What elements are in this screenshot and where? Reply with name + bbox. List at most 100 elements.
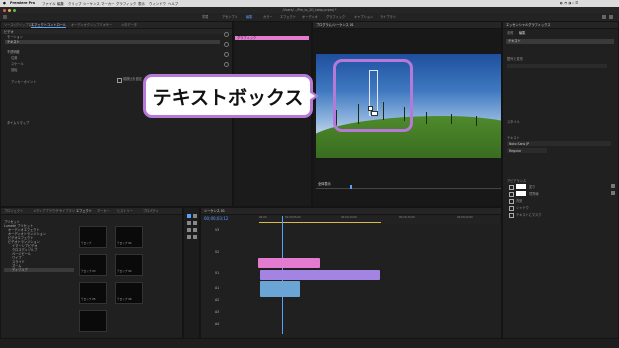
keyframe-toggle-icon[interactable] — [224, 62, 229, 67]
menu-item-file[interactable]: ファイル — [42, 1, 56, 6]
timeline-ruler[interactable]: 00;00 00;00;05;00 00;00;10;00 00;00;15;0… — [259, 216, 499, 224]
tab-markers[interactable]: マーカー — [97, 209, 110, 213]
timeline-title[interactable]: シーケンス 01 — [204, 209, 225, 213]
ripple-edit-icon[interactable] — [187, 221, 191, 225]
tab-effects[interactable]: エフェクト — [76, 209, 92, 213]
tab-audio-clip-mixer[interactable]: オーディオクリップミキサー — [71, 23, 112, 27]
background-checkbox[interactable] — [509, 199, 514, 204]
pen-icon[interactable] — [193, 228, 197, 232]
eyedropper-icon[interactable] — [611, 191, 615, 195]
menu-item-marker[interactable]: マーカー — [101, 1, 115, 6]
workspace-tab-learn[interactable]: 学習 — [202, 15, 208, 19]
workspace-tab-audio[interactable]: オーディオ — [302, 15, 318, 19]
essential-graphics-title[interactable]: エッセンシャルグラフィックス — [506, 23, 550, 27]
track-header-a4[interactable]: A4 — [215, 322, 219, 326]
param-position[interactable]: 位置 — [11, 56, 17, 60]
razor-icon[interactable] — [193, 221, 197, 225]
tab-history[interactable]: ヒストリー — [117, 209, 133, 213]
track-header-a3[interactable]: A3 — [215, 310, 219, 314]
menu-item-view[interactable]: 表示 — [138, 1, 145, 6]
home-icon[interactable] — [3, 15, 7, 19]
media-thumbnail[interactable]: テロップ 02 — [115, 226, 143, 248]
hand-icon[interactable] — [187, 235, 191, 239]
eyedropper-icon[interactable] — [611, 184, 615, 188]
type-tool-icon[interactable] — [193, 235, 197, 239]
tree-item-selected[interactable]: ディゾルブ — [4, 268, 74, 272]
workspace-tab-libraries[interactable]: ライブラリ — [380, 15, 396, 19]
lock-aspect-checkbox[interactable] — [117, 78, 122, 83]
slip-icon[interactable] — [187, 228, 191, 232]
eg-tab-browse[interactable]: 参照 — [507, 31, 513, 35]
param-scale[interactable]: スケール — [11, 62, 24, 66]
menu-item-graphic[interactable]: グラフィック — [116, 1, 136, 6]
media-thumbnail[interactable] — [79, 310, 107, 332]
effect-row-motion[interactable]: モーション — [7, 35, 23, 39]
timeline-timecode[interactable]: 00;00;03;12 — [204, 216, 228, 221]
track-header-a2[interactable]: A2 — [215, 298, 219, 302]
workspace-tab-edit[interactable]: 編集 — [246, 15, 252, 19]
effect-row-time-remap[interactable]: タイムリマップ — [7, 121, 29, 125]
tab-properties[interactable]: プロパティ — [143, 209, 159, 213]
share-icon[interactable] — [602, 15, 606, 19]
timeline-clip-video[interactable] — [260, 270, 380, 280]
eg-weight-dropdown[interactable]: Regular — [507, 148, 547, 153]
eg-tab-edit[interactable]: 編集 — [519, 31, 525, 35]
fill-color-swatch[interactable] — [516, 184, 526, 189]
menu-item-edit[interactable]: 編集 — [57, 1, 64, 6]
fill-checkbox[interactable] — [509, 185, 514, 190]
keyframe-toggle-icon[interactable] — [224, 52, 229, 57]
media-thumbnail[interactable]: テロップ 05 — [79, 282, 107, 304]
effects-tree: プリセット Lumetri プリセット オーディオエフェクト オーディオトランジ… — [4, 220, 74, 330]
param-rotation[interactable]: 回転 — [11, 68, 17, 72]
selected-effect-row[interactable]: テキスト — [5, 40, 220, 44]
callout-text: テキストボックス — [152, 86, 304, 109]
workspace-tab-captions[interactable]: キャプション — [354, 15, 373, 19]
tab-effect-controls[interactable]: エフェクトコントロール — [31, 23, 67, 28]
media-thumbnail[interactable]: テロップ 03 — [79, 254, 107, 276]
tab-project[interactable]: プロジェクト — [4, 209, 23, 213]
program-fit-label[interactable]: 全体表示 — [318, 182, 331, 186]
track-select-icon[interactable] — [193, 214, 197, 218]
selection-tool-icon[interactable] — [187, 214, 191, 218]
mask-checkbox[interactable] — [509, 213, 514, 218]
window-title: /Users/…/Pre_tx_2D_telop.prproj * — [282, 8, 337, 12]
workspace-tab-effects[interactable]: エフェクト — [280, 15, 296, 19]
tab-libraries[interactable]: ライブラリ — [59, 209, 75, 213]
program-playhead[interactable] — [350, 185, 352, 189]
program-scrubber[interactable] — [316, 188, 501, 189]
app-name[interactable]: Premiere Pro — [10, 1, 35, 5]
eg-layer-row[interactable]: テキスト — [506, 39, 614, 44]
keyframe-toggle-icon[interactable] — [224, 32, 229, 37]
track-header-v1[interactable]: V1 — [215, 271, 219, 275]
apple-icon[interactable]: ● — [3, 1, 6, 5]
media-thumbnail[interactable]: テロップ 04 — [115, 254, 143, 276]
menu-item-window[interactable]: ウィンドウ — [149, 1, 166, 6]
timeline-clip-audio[interactable] — [260, 281, 300, 297]
track-header-v2[interactable]: V2 — [215, 250, 219, 254]
tab-media-browser[interactable]: メディアブラウザー — [33, 209, 61, 213]
shadow-checkbox[interactable] — [509, 206, 514, 211]
graphic-clip-bar[interactable]: グラフィック — [235, 36, 309, 40]
eg-font-dropdown[interactable]: Noto Sans JP — [507, 141, 611, 146]
fullscreen-icon[interactable] — [609, 15, 613, 19]
track-header-a1[interactable]: A1 — [215, 286, 219, 290]
eg-align-controls[interactable] — [507, 64, 607, 68]
menu-item-help[interactable]: ヘルプ — [168, 1, 178, 6]
workspace-tab-color[interactable]: カラー — [263, 15, 273, 19]
workspace-tab-assembly[interactable]: アセンブリ — [222, 15, 238, 19]
stroke-checkbox[interactable] — [509, 192, 514, 197]
effect-row-opacity[interactable]: 不透明度 — [7, 50, 20, 54]
stroke-color-swatch[interactable] — [516, 191, 526, 196]
timeline-clip-graphic[interactable] — [258, 258, 320, 268]
media-thumbnail[interactable]: テロップ — [79, 226, 107, 248]
track-header-v3[interactable]: V3 — [215, 228, 219, 232]
media-thumbnail[interactable]: テロップ 06 — [115, 282, 143, 304]
status-icons: ◐ ◔ ◑ ⌕ ☰ — [560, 1, 579, 5]
tab-metadata[interactable]: メタデータ — [121, 23, 137, 27]
keyframe-toggle-icon[interactable] — [224, 42, 229, 47]
param-anchor[interactable]: アンカーポイント — [11, 80, 36, 84]
menu-item-sequence[interactable]: シーケンス — [83, 1, 100, 6]
program-monitor-title[interactable]: プログラム:シーケンス 01 — [316, 23, 354, 27]
menu-item-clip[interactable]: クリップ — [68, 1, 82, 6]
workspace-tab-graphics[interactable]: グラフィック — [326, 15, 345, 19]
